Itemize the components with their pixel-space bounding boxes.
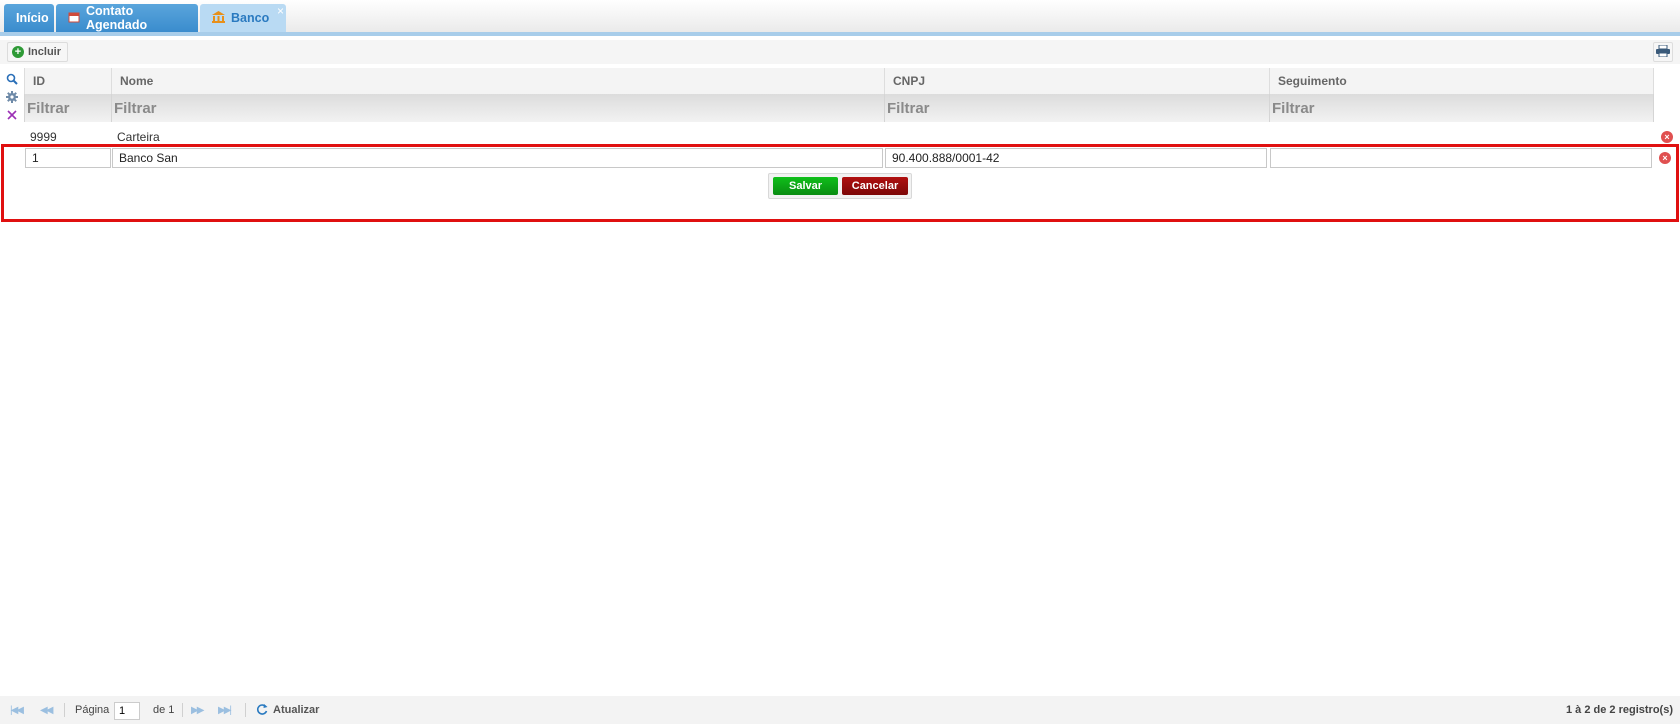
toolbar: + Incluir	[0, 40, 1680, 64]
edit-nome-field[interactable]	[112, 148, 883, 168]
records-count: 1 à 2 de 2 registro(s)	[1566, 704, 1673, 716]
grid-side-tools	[4, 70, 20, 124]
edit-actions: Salvar Cancelar	[768, 173, 912, 199]
calendar-icon	[68, 11, 80, 26]
edit-seguimento-field[interactable]	[1270, 148, 1652, 168]
tab-inicio[interactable]: Início	[4, 4, 54, 32]
delete-row-icon[interactable]: ×	[1661, 131, 1673, 143]
filter-placeholder: Filtrar	[1272, 99, 1315, 117]
column-header-id[interactable]: ID	[24, 68, 111, 94]
filter-nome[interactable]: Filtrar	[111, 94, 884, 122]
close-icon[interactable]: ×	[277, 5, 284, 17]
printer-icon	[1656, 44, 1670, 60]
delete-row-icon[interactable]: ×	[1659, 152, 1671, 164]
column-header-cnpj[interactable]: CNPJ	[884, 68, 1269, 94]
gear-icon[interactable]	[4, 88, 20, 106]
edit-id-field[interactable]	[25, 148, 111, 168]
plus-icon: +	[12, 46, 24, 58]
filter-placeholder: Filtrar	[27, 99, 70, 117]
page-total: de 1	[153, 704, 175, 716]
tab-label: Contato Agendado	[86, 4, 148, 32]
prev-page-icon[interactable]: ◀◀	[40, 705, 53, 716]
column-header-label: Seguimento	[1278, 74, 1347, 88]
refresh-icon[interactable]	[256, 703, 268, 719]
column-header-label: CNPJ	[893, 74, 926, 88]
column-header-seguimento[interactable]: Seguimento	[1269, 68, 1654, 94]
next-page-icon[interactable]: ▶▶	[191, 705, 204, 716]
tab-banco[interactable]: Banco ×	[200, 4, 286, 32]
column-header-nome[interactable]: Nome	[111, 68, 884, 94]
separator	[245, 703, 246, 717]
page-label: Página	[75, 704, 110, 716]
filter-id[interactable]: Filtrar	[24, 94, 111, 122]
refresh-button[interactable]: Atualizar	[273, 704, 319, 716]
include-label: Incluir	[28, 46, 62, 58]
tab-bar: Início Contato Agendado Banco ×	[0, 0, 1680, 36]
cancel-button[interactable]: Cancelar	[842, 177, 908, 195]
filter-seguimento[interactable]: Filtrar	[1269, 94, 1654, 122]
tab-contato-agendado[interactable]: Contato Agendado	[56, 4, 198, 32]
clear-filter-icon[interactable]	[4, 106, 20, 124]
save-button[interactable]: Salvar	[773, 177, 838, 195]
tab-label: Início	[16, 11, 49, 25]
first-page-icon[interactable]: |◀◀	[10, 705, 24, 716]
pager: |◀◀ ◀◀ Página de 1 ▶▶ ▶▶| Atualizar 1 à …	[0, 696, 1680, 724]
column-header-label: Nome	[120, 74, 154, 88]
filter-placeholder: Filtrar	[114, 99, 157, 117]
tab-label: Banco	[231, 11, 270, 25]
separator	[64, 703, 65, 717]
filter-placeholder: Filtrar	[887, 99, 930, 117]
search-icon[interactable]	[4, 70, 20, 88]
filter-cnpj[interactable]: Filtrar	[884, 94, 1269, 122]
page-number-input[interactable]	[114, 702, 140, 720]
separator	[182, 703, 183, 717]
print-button[interactable]	[1653, 42, 1673, 62]
last-page-icon[interactable]: ▶▶|	[218, 705, 232, 716]
bank-icon	[212, 10, 225, 26]
include-button[interactable]: + Incluir	[7, 42, 69, 62]
column-header-label: ID	[33, 74, 45, 88]
edit-cnpj-field[interactable]	[885, 148, 1267, 168]
